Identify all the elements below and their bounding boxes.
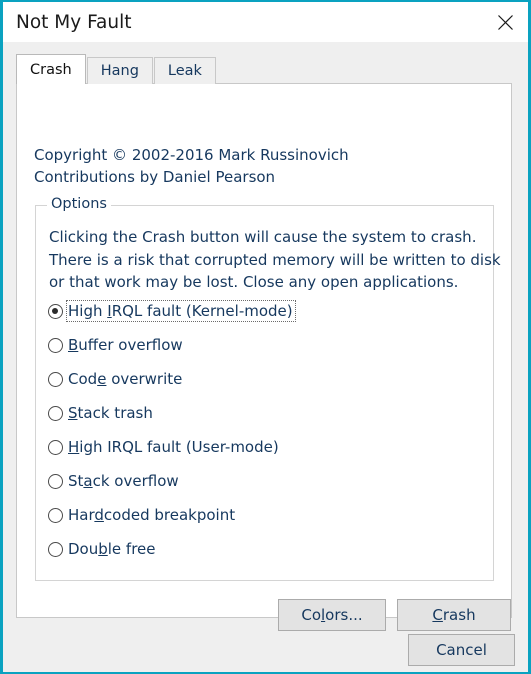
crash-type-radio-group: High IRQL fault (Kernel-mode) Buffer over…	[48, 294, 487, 566]
window-title: Not My Fault	[16, 11, 132, 33]
radio-option-3[interactable]: Stack trash	[48, 396, 487, 430]
tab-hang-label: Hang	[100, 63, 139, 79]
radio-option-7[interactable]: Double free	[48, 532, 487, 566]
radio-option-label: Double free	[68, 540, 156, 558]
radio-option-label: Stack overflow	[68, 472, 179, 490]
title-bar: Not My Fault	[3, 2, 528, 42]
options-description-line-1: Clicking the Crash button will cause the…	[49, 228, 477, 246]
radio-option-label: High IRQL fault (User-mode)	[68, 438, 279, 456]
radio-unselected-icon	[48, 541, 63, 557]
crash-button[interactable]: Crash	[397, 599, 511, 631]
tab-panel-crash: Copyright © 2002-2016 Mark Russinovich C…	[16, 83, 512, 631]
cancel-button[interactable]: Cancel	[408, 634, 515, 666]
close-icon	[497, 14, 513, 30]
radio-unselected-icon	[48, 473, 63, 489]
button-label: Crash	[432, 606, 476, 624]
radio-option-5[interactable]: Stack overflow	[48, 464, 487, 498]
radio-unselected-icon	[48, 405, 63, 421]
copyright-block: Copyright © 2002-2016 Mark Russinovich C…	[34, 144, 349, 188]
dialog-window: Not My Fault Crash Hang Leak Copyright ©…	[0, 0, 531, 674]
dialog-client-area: Crash Hang Leak Copyright © 2002-2016 Ma…	[3, 42, 528, 672]
radio-unselected-icon	[48, 507, 63, 523]
button-label: Cancel	[436, 641, 487, 659]
close-button[interactable]	[482, 2, 528, 42]
radio-option-6[interactable]: Hardcoded breakpoint	[48, 498, 487, 532]
button-label: Colors...	[301, 606, 363, 624]
radio-selected-icon	[48, 303, 63, 319]
options-description: Clicking the Crash button will cause the…	[49, 226, 501, 294]
panel-button-row: Colors... Crash	[17, 599, 511, 633]
tab-crash-label: Crash	[30, 61, 72, 78]
tab-leak[interactable]: Leak	[153, 57, 216, 84]
radio-option-4[interactable]: High IRQL fault (User-mode)	[48, 430, 487, 464]
radio-unselected-icon	[48, 439, 63, 455]
options-group-box: Options Clicking the Crash button will c…	[35, 196, 501, 581]
tab-leak-label: Leak	[167, 63, 202, 79]
options-description-line-2: There is a risk that corrupted memory wi…	[49, 250, 501, 269]
radio-option-label: Stack trash	[68, 404, 153, 422]
radio-unselected-icon	[48, 337, 63, 353]
radio-option-2[interactable]: Code overwrite	[48, 362, 487, 396]
tab-crash[interactable]: Crash	[16, 54, 86, 84]
tab-hang[interactable]: Hang	[86, 57, 153, 84]
copyright-line-2: Contributions by Daniel Pearson	[34, 168, 276, 186]
options-description-line-3: or that work may be lost. Close any open…	[49, 273, 459, 291]
radio-option-0[interactable]: High IRQL fault (Kernel-mode)	[48, 294, 487, 328]
copyright-line-1: Copyright © 2002-2016 Mark Russinovich	[34, 146, 349, 164]
tab-strip: Crash Hang Leak	[16, 54, 217, 84]
radio-option-label: Hardcoded breakpoint	[68, 506, 236, 524]
radio-option-1[interactable]: Buffer overflow	[48, 328, 487, 362]
radio-option-label: Buffer overflow	[68, 336, 183, 354]
options-group-label: Options	[47, 196, 111, 212]
radio-option-label: High IRQL fault (Kernel-mode)	[66, 300, 296, 322]
radio-unselected-icon	[48, 371, 63, 387]
colors-button[interactable]: Colors...	[278, 599, 386, 631]
radio-option-label: Code overwrite	[68, 370, 183, 388]
